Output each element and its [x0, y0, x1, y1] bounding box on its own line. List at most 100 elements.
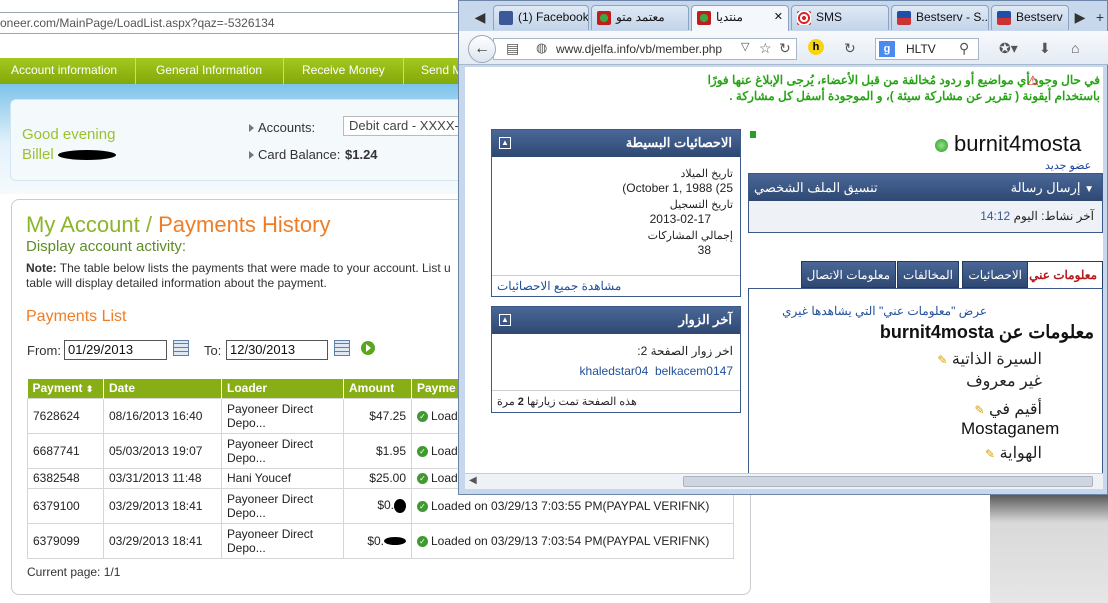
dropdown-arrow-icon[interactable]: ▽ [741, 40, 749, 53]
visitor-link[interactable]: khaledstar04 [580, 364, 649, 378]
visitor-list: khaledstar04 belkacem0147 [492, 358, 740, 378]
nav-toolbar: www.djelfa.info/vb/member.php ← ▤ ◍ ▽ ☆ … [459, 31, 1108, 65]
tab-bestserv-2[interactable]: Bestserv [991, 5, 1069, 30]
visitors-panel: ▲ آخر الزوار اخر زوار الصفحة 2: khaledsta… [491, 306, 741, 413]
nav-send-money[interactable]: Send M [421, 63, 462, 77]
profile-tabs: معلومات عني الاحصائيات المخالفات معلومات… [790, 261, 1103, 288]
tab-facebook[interactable]: (1) Facebook [493, 5, 589, 30]
payment-id: 6379099 [27, 522, 104, 559]
payment-amount: $25.00 [343, 467, 412, 489]
table-row[interactable]: 6379099 03/29/2013 18:41 Payoneer Direct… [27, 522, 734, 559]
tab-infractions[interactable]: المخالفات [896, 261, 959, 288]
dropdown-arrow-icon: ▼ [1084, 184, 1094, 195]
collapse-icon[interactable]: ▲ [499, 137, 511, 149]
accounts-label: Accounts: [258, 120, 316, 135]
column-header-loader[interactable]: Loader [221, 379, 344, 398]
search-icon[interactable]: ⚲ [959, 40, 969, 57]
profile-format-link[interactable]: تنسيق الملف الشخصي [754, 180, 878, 196]
tab-about-me[interactable]: معلومات عني [1023, 261, 1103, 288]
go-button[interactable] [361, 341, 375, 355]
note-text: Note: The table below lists the payments… [26, 261, 451, 290]
payment-date: 08/16/2013 16:40 [103, 397, 222, 434]
member-rank: عضو جديد [1045, 160, 1092, 172]
home-icon[interactable]: ⌂ [1071, 40, 1079, 56]
back-arrow-icon[interactable]: ← [468, 35, 496, 63]
payment-loader: Payoneer Direct Depo... [221, 487, 344, 524]
calendar-icon[interactable] [334, 340, 350, 356]
visitors-label: اخر زوار الصفحة 2: [637, 344, 733, 358]
from-date-input[interactable]: 01/29/2013 [64, 340, 167, 360]
stats-panel-header: ▲ الاحصائيات البسيطة [492, 130, 740, 157]
to-date-input[interactable]: 12/30/2013 [226, 340, 328, 360]
scroll-thumb[interactable] [683, 476, 1093, 487]
check-icon: ✓ [417, 410, 428, 422]
tab-forum-active[interactable]: منتديا ✕ [691, 5, 789, 32]
payment-date: 03/31/2013 11:48 [103, 467, 222, 489]
forum-page: في حال وجود أي مواضيع أو ردود مُخالفة من… [465, 67, 1103, 473]
globe-icon: ◍ [536, 40, 548, 55]
download-icon[interactable]: ⬇ [1039, 40, 1051, 57]
payments-list-title: Payments List [26, 308, 127, 325]
all-stats-link[interactable]: مشاهدة جميع الاحصائيات [492, 275, 740, 296]
redaction-scribble [394, 498, 406, 513]
greeting-text: Good evening [22, 126, 116, 143]
about-title: معلومات عن burnit4mosta [879, 322, 1094, 342]
google-icon[interactable]: g [879, 41, 895, 57]
redaction-scribble [57, 150, 116, 161]
column-header-date[interactable]: Date [103, 379, 222, 398]
payment-id: 6687741 [27, 432, 104, 469]
account-select[interactable]: Debit card - XXXX- [343, 116, 463, 136]
about-view-link[interactable]: عرض "معلومات عني" التي يشاهدها غيري [749, 289, 1102, 318]
nav-general-information[interactable]: General Information [156, 63, 262, 77]
collapse-icon[interactable]: ▲ [499, 314, 511, 326]
bio-label: السيرة الذاتية ✎ [937, 351, 1042, 368]
tab-forum-1[interactable]: معتمد متو [591, 5, 689, 30]
bullet-arrow-icon [249, 151, 254, 159]
page-subtitle: Display account activity: [26, 238, 187, 255]
profile-username: burnit4mosta [935, 131, 1081, 157]
page-title: My Account / Payments History [26, 212, 331, 237]
hobby-label: الهواية ✎ [985, 445, 1042, 462]
profile-actions: تنسيق الملف الشخصي إرسال رسالة ▼ آخر نشا… [748, 173, 1103, 233]
new-tab-icon[interactable]: + [1091, 9, 1108, 31]
nav-receive-money[interactable]: Receive Money [302, 63, 385, 77]
payment-id: 6382548 [27, 467, 104, 489]
tab-sms[interactable]: SMS [791, 5, 889, 30]
calendar-icon[interactable] [173, 340, 189, 356]
pencil-icon: ✎ [937, 353, 948, 367]
tab-scroll-left-icon[interactable]: ◀ [471, 9, 489, 31]
reload-icon[interactable]: ↻ [779, 40, 791, 57]
visitor-link[interactable]: belkacem0147 [655, 364, 733, 378]
stats-panel: ▲ الاحصائيات البسيطة تاريخ الميلاد (Octob… [491, 129, 741, 297]
bookmarks-icon[interactable]: ✪▾ [999, 40, 1018, 57]
tab-scroll-right-icon[interactable]: ▶ [1071, 9, 1089, 31]
payment-date: 03/29/2013 18:41 [103, 522, 222, 559]
send-message-menu[interactable]: إرسال رسالة ▼ [1011, 180, 1094, 196]
tab-bestserv-1[interactable]: Bestserv - S... [891, 5, 989, 30]
tab-close-icon[interactable]: ✕ [774, 10, 783, 23]
payment-id: 6379100 [27, 487, 104, 524]
hola-icon[interactable]: h [808, 39, 824, 55]
bio-value: غير معروف [966, 373, 1042, 390]
refresh-icon[interactable]: ↻ [844, 40, 856, 57]
column-header-amount[interactable]: Amount [343, 379, 412, 398]
bookmark-star-icon[interactable]: ☆ [759, 40, 772, 57]
greeting-name: Billel [22, 146, 116, 163]
payment-loader: Payoneer Direct Depo... [221, 397, 344, 434]
from-label: From: [27, 343, 61, 358]
stats-body: تاريخ الميلاد (October 1, 1988 (25 تاريخ… [622, 168, 733, 257]
payment-amount: $47.25 [343, 397, 412, 434]
location-value: Mostaganem [961, 419, 1060, 438]
tab-contact-info[interactable]: معلومات الاتصال [800, 261, 896, 288]
horizontal-scrollbar[interactable]: ◀ [465, 473, 1103, 489]
payment-loader: Payoneer Direct Depo... [221, 432, 344, 469]
about-me-panel: عرض "معلومات عني" التي يشاهدها غيري معلو… [748, 288, 1103, 473]
current-page: Current page: 1/1 [27, 565, 121, 579]
desktop-background [990, 488, 1108, 603]
payment-loader: Payoneer Direct Depo... [221, 522, 344, 559]
check-icon: ✓ [417, 500, 428, 512]
payment-id: 7628624 [27, 397, 104, 434]
tab-statistics[interactable]: الاحصائيات [962, 261, 1028, 288]
nav-account-information[interactable]: Account information [11, 63, 117, 77]
column-header-payment[interactable]: Payment ⬍ [27, 379, 104, 398]
